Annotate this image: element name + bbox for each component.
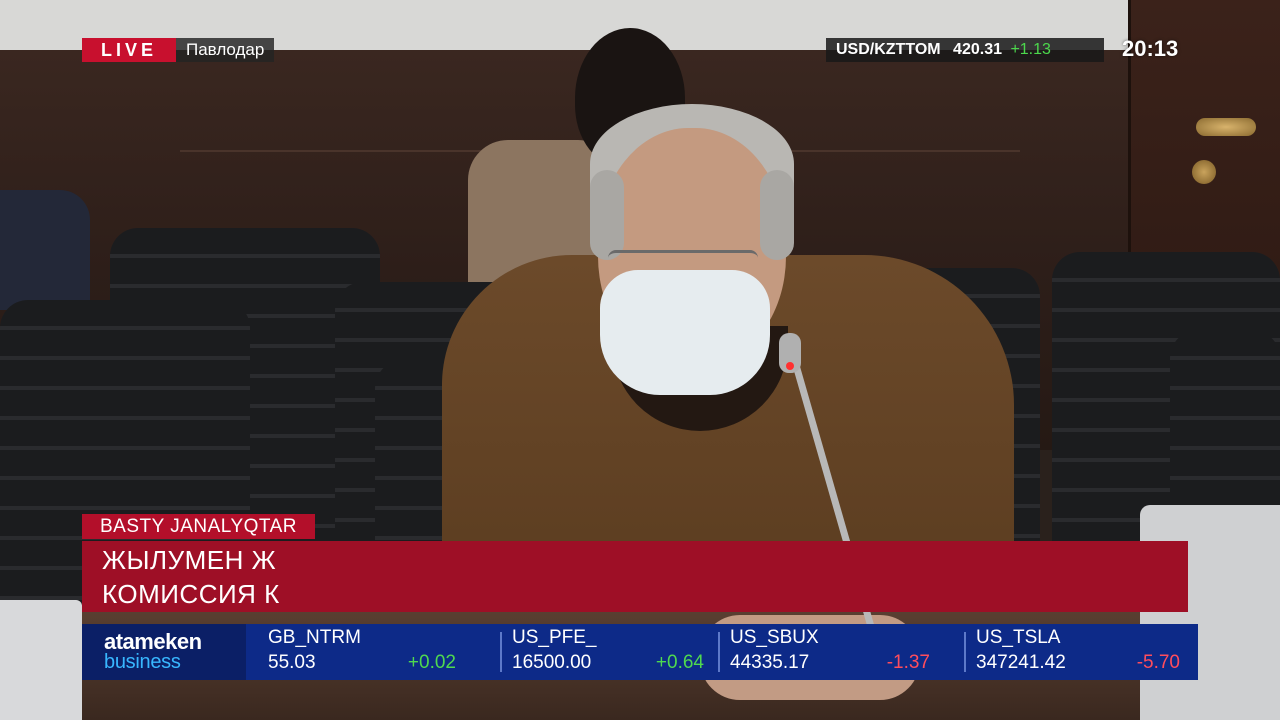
live-badge: LIVE — [82, 38, 176, 62]
live-label: LIVE — [100, 39, 157, 60]
ticker-price: 347241.42 — [976, 652, 1066, 673]
ticker-symbol: GB_NTRM — [268, 627, 361, 648]
broadcast-clock: 20:13 — [1122, 36, 1179, 61]
news-category: BASTY JANALYQTAR — [82, 514, 315, 539]
currency-value: 420.31 — [953, 41, 1002, 58]
left-person — [0, 190, 90, 310]
currency-rate: USD/KZTTOM 420.31 +1.13 — [826, 38, 1104, 62]
ticker-change: -5.70 — [1136, 652, 1180, 673]
ticker-symbol: US_PFE_ — [512, 627, 597, 648]
speaker-face-mask — [600, 270, 770, 395]
location-label: Павлодар — [176, 38, 275, 62]
door-lock — [1192, 160, 1216, 184]
video-frame — [0, 0, 1280, 720]
logo-business: business — [104, 651, 181, 673]
ticker-change: +0.64 — [655, 652, 704, 673]
ticker-price: 16500.00 — [512, 652, 592, 673]
stock-ticker: atameken business GB_NTRM 55.03 +0.02 US… — [82, 624, 1198, 680]
ticker-change: +0.02 — [407, 652, 456, 673]
ticker-price: 44335.17 — [730, 652, 810, 673]
ticker-item: GB_NTRM 55.03 +0.02 — [256, 624, 496, 680]
ticker-separator — [500, 632, 502, 672]
ticker-item: US_TSLA 347241.42 -5.70 — [964, 624, 1186, 680]
ticker-price: 55.03 — [268, 652, 316, 673]
currency-pair: USD/KZTTOM — [836, 41, 941, 58]
news-headline: ЖЫЛУМЕН Ж КОМИССИЯ К — [82, 541, 1188, 612]
headline-line-2: КОМИССИЯ К — [102, 579, 280, 609]
currency-change: +1.13 — [1010, 41, 1051, 58]
ticker-item: US_PFE_ 16500.00 +0.64 — [500, 624, 714, 680]
ticker-symbol: US_TSLA — [976, 627, 1061, 648]
speaker-hair-side — [590, 170, 624, 260]
ticker-symbol: US_SBUX — [730, 627, 819, 648]
channel-logo: atameken business — [82, 624, 246, 680]
headline-line-1: ЖЫЛУМЕН Ж — [102, 545, 277, 575]
door-handle — [1196, 118, 1256, 136]
laptop — [0, 600, 82, 720]
ticker-change: -1.37 — [886, 652, 930, 673]
speaker-hair-side — [760, 170, 794, 260]
logo-atameken: atameken — [104, 629, 202, 654]
laptop — [1140, 505, 1280, 720]
ticker-item: US_SBUX 44335.17 -1.37 — [718, 624, 940, 680]
headline-reveal: ЖЫЛУМЕН Ж КОМИССИЯ К — [82, 541, 287, 612]
ticker-separator — [964, 632, 966, 672]
ticker-separator — [718, 632, 720, 672]
microphone-led — [786, 362, 794, 370]
